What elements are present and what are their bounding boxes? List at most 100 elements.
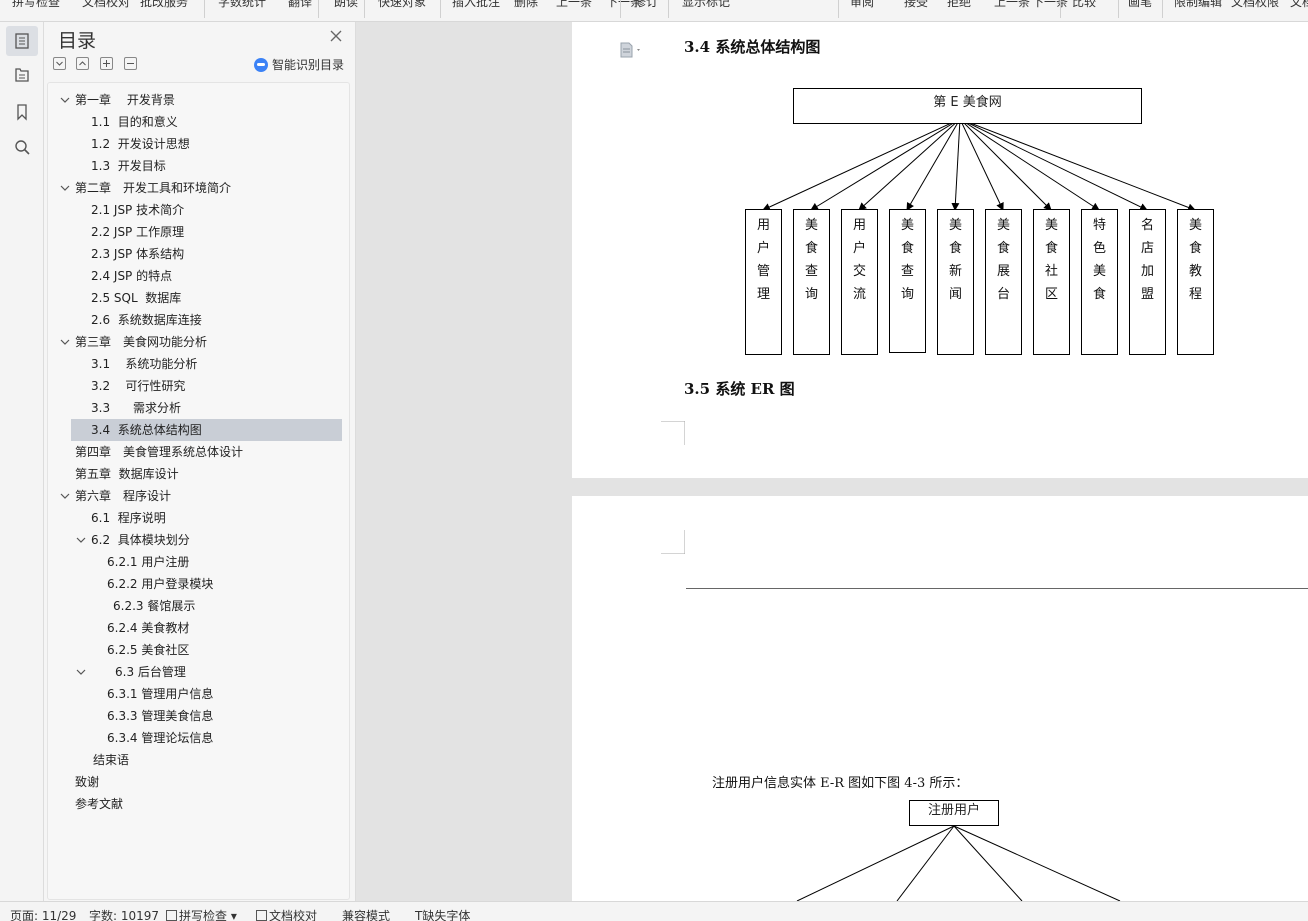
module-label: 用户交流	[852, 218, 866, 302]
toolbar-item[interactable]: 拒绝	[947, 0, 971, 10]
connector-arrow	[810, 118, 961, 211]
spell-check-label: 拼写检查	[179, 909, 228, 921]
toc-item[interactable]: 第三章 美食网功能分析	[75, 331, 207, 353]
toc-item[interactable]: 第二章 开发工具和环境简介	[75, 177, 231, 199]
toolbar-item[interactable]: 拼写检查	[12, 0, 60, 10]
toc-item[interactable]: 3.2 可行性研究	[91, 375, 185, 397]
toolbar-item[interactable]: 翻译	[288, 0, 312, 10]
remove-icon[interactable]	[124, 57, 137, 70]
toc-item[interactable]: 结束语	[93, 749, 129, 771]
connector-arrow	[951, 118, 961, 211]
toolbar-item[interactable]: 上一条	[994, 0, 1030, 10]
toc-item[interactable]: 1.2 开发设计思想	[91, 133, 190, 155]
toc-item[interactable]: 6.2.2 用户登录模块	[107, 573, 213, 595]
toolbar-item[interactable]: 限制编辑	[1174, 0, 1222, 10]
review-toolbar: 拼写检查 文档校对 批改服务 字数统计 翻译 朗读 快速对象 插入批注 删除 上一条 下一条 修订 显示…	[0, 0, 1308, 22]
chevron-down-icon[interactable]	[76, 667, 86, 677]
heading-3-5: 3.5 系统 ER 图	[684, 380, 795, 398]
toolbar-item[interactable]: 插入批注	[452, 0, 500, 10]
bookmark-icon[interactable]	[6, 97, 38, 127]
chevron-down-icon[interactable]	[60, 183, 70, 193]
toc-item[interactable]: 3.4 系统总体结构图	[71, 419, 342, 441]
toc-item[interactable]: 6.2.1 用户注册	[107, 551, 189, 573]
toolbar-item[interactable]: 快速对象	[378, 0, 426, 10]
toc-item[interactable]: 第五章 数据库设计	[75, 463, 179, 485]
toc-item[interactable]: 第四章 美食管理系统总体设计	[75, 441, 243, 463]
word-count[interactable]: 字数: 10197	[89, 907, 159, 921]
expand-all-icon[interactable]	[76, 57, 89, 70]
toc-item[interactable]: 2.5 SQL 数据库	[91, 287, 181, 309]
toolbar-item[interactable]: 朗读	[334, 0, 358, 10]
toolbar-item[interactable]: 批改服务	[140, 0, 188, 10]
toolbar-item[interactable]: 画笔	[1128, 0, 1152, 10]
proofread-button[interactable]: 文档校对	[256, 907, 317, 921]
module-label: 特色美食	[1092, 218, 1106, 302]
chevron-down-icon[interactable]	[60, 95, 70, 105]
toolbar-item[interactable]: 文档加密	[1290, 0, 1308, 10]
toc-item[interactable]: 参考文献	[75, 793, 123, 815]
chevron-down-icon[interactable]	[60, 491, 70, 501]
toc-item[interactable]: 3.1 系统功能分析	[91, 353, 197, 375]
toc-item[interactable]: 6.3.3 管理美食信息	[107, 705, 213, 727]
toolbar-item[interactable]: 文档校对	[82, 0, 130, 10]
toc-item[interactable]: 第六章 程序设计	[75, 485, 171, 507]
toc-item[interactable]: 1.1 目的和意义	[91, 111, 178, 133]
toolbar-item[interactable]: 审阅	[850, 0, 874, 10]
smart-identify-button[interactable]: 智能识别目录	[254, 56, 344, 73]
toc-item[interactable]: 致谢	[75, 771, 99, 793]
toc-item[interactable]: 6.2.5 美食社区	[107, 639, 189, 661]
page-count[interactable]: 页面: 11/29	[10, 907, 76, 921]
module-box: 用户交流	[841, 209, 878, 355]
toc-item[interactable]: 1.3 开发目标	[91, 155, 166, 177]
collapse-all-icon[interactable]	[53, 57, 66, 70]
missing-font-button[interactable]: T缺失字体	[415, 907, 470, 921]
toc-item[interactable]: 6.2 具体模块划分	[91, 529, 190, 551]
module-label: 美食新闻	[948, 218, 962, 302]
toc-item[interactable]: 3.3 需求分析	[91, 397, 181, 419]
toc-item[interactable]: 6.2.4 美食教材	[107, 617, 189, 639]
toc-item[interactable]: 6.3.1 管理用户信息	[107, 683, 213, 705]
toc-item[interactable]: 6.3.4 管理论坛信息	[107, 727, 213, 749]
toc-item[interactable]: 2.1 JSP 技术简介	[91, 199, 184, 221]
spell-check-button[interactable]: 拼写检查 ▾	[166, 907, 237, 921]
module-label: 美食查询	[900, 218, 914, 302]
toolbar-item[interactable]: 下一条	[1032, 0, 1068, 10]
module-box: 美食教程	[1177, 209, 1214, 355]
toolbar-separator	[1118, 0, 1119, 18]
toc-item[interactable]: 6.2.3 餐馆展示	[113, 595, 195, 617]
toolbar-item[interactable]: 接受	[904, 0, 928, 10]
close-icon[interactable]	[328, 28, 344, 44]
toolbar-item[interactable]: 比较	[1072, 0, 1096, 10]
page-12: 注册用户信息实体 E-R 图如下图 4-3 所示： 注册用户	[572, 496, 1308, 901]
toolbar-item[interactable]: 文档权限	[1231, 0, 1279, 10]
chevron-down-icon[interactable]	[76, 535, 86, 545]
toolbar-item[interactable]: 上一条	[556, 0, 592, 10]
toolbar-item[interactable]: 字数统计	[218, 0, 266, 10]
add-icon[interactable]	[100, 57, 113, 70]
toolbar-separator	[838, 0, 839, 18]
toc-title: 目录	[58, 30, 97, 52]
toc-icon[interactable]	[6, 26, 38, 56]
toc-item[interactable]: 6.3 后台管理	[115, 661, 186, 683]
toc-item[interactable]: 6.1 程序说明	[91, 507, 166, 529]
navigation-icon[interactable]	[6, 60, 38, 90]
connector-arrow	[959, 118, 1148, 211]
toc-item[interactable]: 2.3 JSP 体系结构	[91, 243, 184, 265]
root-box: 第 E 美食网	[793, 88, 1142, 124]
page-11: 3.4 系统总体结构图 第 E 美食网 3.5 系统 ER 图 用户管理美食查询…	[572, 22, 1308, 478]
search-icon[interactable]	[6, 132, 38, 162]
toolbar-item[interactable]: 显示标记	[682, 0, 730, 10]
compat-mode[interactable]: 兼容模式	[342, 907, 390, 921]
connector-arrow	[959, 118, 1052, 211]
toc-list: 第一章 开发背景 1.1 目的和意义 1.2 开发设计思想 1.3 开发目标 第二章 开…	[47, 82, 350, 900]
module-box: 美食社区	[1033, 209, 1070, 355]
toc-item[interactable]: 第一章 开发背景	[75, 89, 175, 111]
toolbar-item[interactable]: 修订	[634, 0, 658, 10]
toc-panel: 目录 智能识别目录 第一章 开发背景 1.1 目的和意义 1.2 开发设计思想 1.3…	[44, 22, 356, 901]
chevron-down-icon[interactable]	[60, 337, 70, 347]
toolbar-item[interactable]: 删除	[514, 0, 538, 10]
toc-item[interactable]: 2.4 JSP 的特点	[91, 265, 172, 287]
toc-item[interactable]: 2.2 JSP 工作原理	[91, 221, 184, 243]
toc-item[interactable]: 2.6 系统数据库连接	[91, 309, 202, 331]
module-label: 美食社区	[1044, 218, 1058, 302]
